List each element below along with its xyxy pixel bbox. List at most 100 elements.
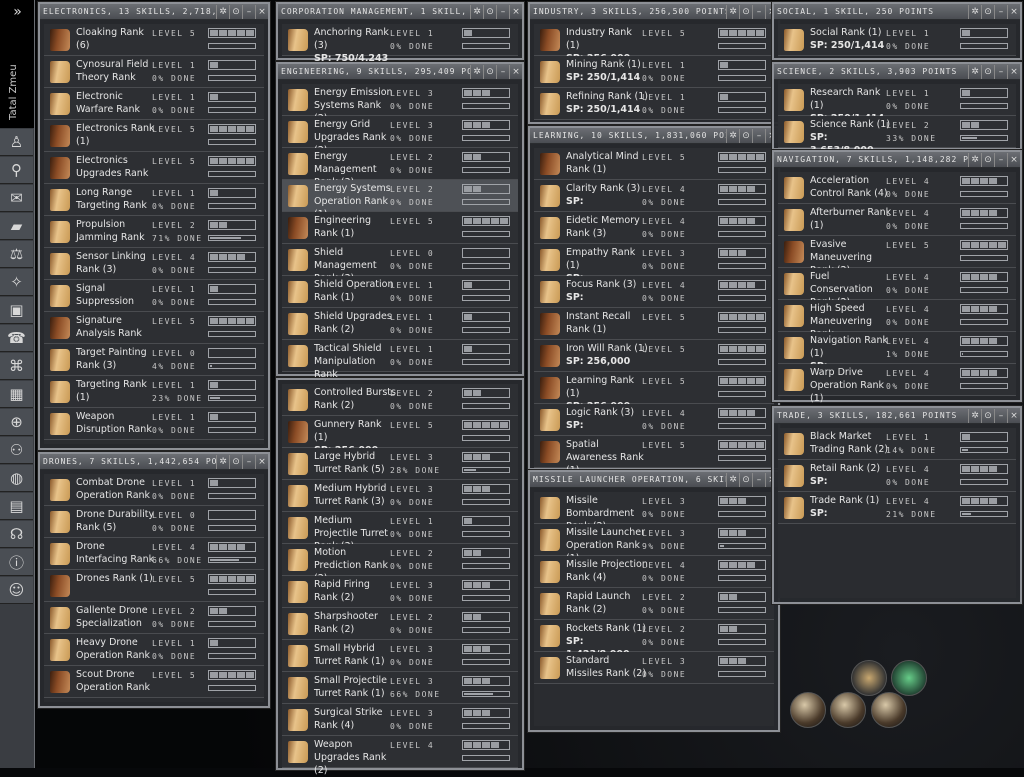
skill-row[interactable]: Warp Drive Operation Rank (1)LEVEL 40% D… <box>778 364 1016 396</box>
skill-row[interactable]: Controlled Bursts Rank (2)LEVEL 20% DONE <box>282 384 518 416</box>
skill-row[interactable]: Electronics Upgrades RankLEVEL 5 <box>44 152 264 184</box>
skill-row[interactable]: Trade Rank (1)SP:LEVEL 421% DONE <box>778 492 1016 524</box>
skill-row[interactable]: Mining Rank (1)SP: 250/1,414LEVEL 10% DO… <box>534 56 774 88</box>
help-desk-icon[interactable]: ☎ <box>0 325 33 352</box>
skill-row[interactable]: High Speed Maneuvering RankLEVEL 40% DON… <box>778 300 1016 332</box>
skill-row[interactable]: Heavy Drone Operation RankLEVEL 10% DONE <box>44 634 264 666</box>
skill-row[interactable]: Propulsion Jamming RankLEVEL 271% DONE <box>44 216 264 248</box>
options-button[interactable]: ⊙ <box>483 5 496 19</box>
window-header[interactable]: DRONES, 7 SKILLS, 1,442,654 POIN✲⊙–× <box>40 454 268 470</box>
skill-row[interactable]: Clarity Rank (3)SP:LEVEL 40% DONE <box>534 180 774 212</box>
skill-row[interactable]: Missile Launcher Operation Rank (1)LEVEL… <box>534 524 774 556</box>
drone-orb-icon[interactable] <box>830 692 866 728</box>
minimize-button[interactable]: – <box>752 5 765 19</box>
skill-row[interactable]: Signal SuppressionLEVEL 10% DONE <box>44 280 264 312</box>
window-header[interactable]: LEARNING, 10 SKILLS, 1,831,060 POINT✲⊙–× <box>530 128 778 144</box>
skill-row[interactable]: Rockets Rank (1)SP: 1,423/8,000LEVEL 20%… <box>534 620 774 652</box>
skill-row[interactable]: Shield Operation Rank (1)LEVEL 10% DONE <box>282 276 518 308</box>
options-button[interactable]: ⊙ <box>981 5 994 19</box>
skill-row[interactable]: Cloaking Rank (6)LEVEL 5 <box>44 24 264 56</box>
skill-row[interactable]: Social Rank (1)SP: 250/1,414LEVEL 10% DO… <box>778 24 1016 56</box>
skill-row[interactable]: Sensor Linking Rank (3)LEVEL 40% DONE <box>44 248 264 280</box>
market-icon[interactable]: ⚖ <box>0 241 33 268</box>
drone-orb-icon[interactable] <box>790 692 826 728</box>
pin-button[interactable]: ✲ <box>968 65 981 79</box>
window-header[interactable]: SOCIAL, 1 SKILL, 250 POINTS✲⊙–× <box>774 4 1020 20</box>
minimize-button[interactable]: – <box>496 5 509 19</box>
skill-row[interactable]: Cynosural Field Theory RankLEVEL 10% DON… <box>44 56 264 88</box>
contacts-icon[interactable]: ⚇ <box>0 437 33 464</box>
ship-icon[interactable] <box>891 660 927 696</box>
skill-row[interactable]: Weapon Disruption RankLEVEL 10% DONE <box>44 408 264 440</box>
skill-row[interactable]: Spatial Awareness Rank (1)LEVEL 5 <box>534 436 774 468</box>
skill-row[interactable]: Logic Rank (3)SP:LEVEL 40% DONE <box>534 404 774 436</box>
minimize-button[interactable]: – <box>994 153 1007 167</box>
minimize-button[interactable]: – <box>752 473 765 487</box>
skill-row[interactable]: Standard Missiles Rank (2)LEVEL 30% DONE <box>534 652 774 684</box>
info-icon[interactable]: ⓘ <box>0 549 33 576</box>
skill-row[interactable]: Shield Management Rank (3)LEVEL 00% DONE <box>282 244 518 276</box>
calculator-icon[interactable]: ▦ <box>0 381 33 408</box>
skill-row[interactable]: Electronic Warfare RankLEVEL 10% DONE <box>44 88 264 120</box>
map-icon[interactable]: ✧ <box>0 269 33 296</box>
skill-row[interactable]: Instant Recall Rank (1)LEVEL 5 <box>534 308 774 340</box>
options-button[interactable]: ⊙ <box>739 473 752 487</box>
minimize-button[interactable]: – <box>994 5 1007 19</box>
skill-row[interactable]: Scout Drone Operation RankLEVEL 5 <box>44 666 264 698</box>
skill-row[interactable]: Industry Rank (1)SP: 256,000LEVEL 5 <box>534 24 774 56</box>
skill-row[interactable]: Shield Upgrades Rank (2)LEVEL 10% DONE <box>282 308 518 340</box>
options-button[interactable]: ⊙ <box>739 129 752 143</box>
skill-row[interactable]: Gunnery Rank (1)SP: 256,000LEVEL 5 <box>282 416 518 448</box>
options-button[interactable]: ⊙ <box>981 65 994 79</box>
skill-row[interactable]: Empathy Rank (1)SP: 8,000/45,255LEVEL 30… <box>534 244 774 276</box>
window-header[interactable]: INDUSTRY, 3 SKILLS, 256,500 POINTS✲⊙–× <box>530 4 778 20</box>
options-button[interactable]: ⊙ <box>739 5 752 19</box>
skill-row[interactable]: Targeting Rank (1)LEVEL 123% DONE <box>44 376 264 408</box>
skill-row[interactable]: Missile Bombardment Rank (2)LEVEL 30% DO… <box>534 492 774 524</box>
pin-button[interactable]: ✲ <box>968 409 981 423</box>
window-header[interactable]: TRADE, 3 SKILLS, 182,661 POINTS✲⊙–× <box>774 408 1020 424</box>
close-button[interactable]: × <box>255 5 268 19</box>
help-icon[interactable]: ⊕ <box>0 409 33 436</box>
close-button[interactable]: × <box>1007 153 1020 167</box>
close-button[interactable]: × <box>509 5 522 19</box>
audio-icon[interactable]: ☊ <box>0 521 33 548</box>
skill-row[interactable]: Small Projectile Turret Rank (1)LEVEL 36… <box>282 672 518 704</box>
skill-row[interactable]: Navigation Rank (1)SP:LEVEL 41% DONE <box>778 332 1016 364</box>
skill-row[interactable]: Energy Emission Systems Rank (2)LEVEL 30… <box>282 84 518 116</box>
skill-row[interactable]: Acceleration Control Rank (4)LEVEL 40% D… <box>778 172 1016 204</box>
minimize-button[interactable]: – <box>496 65 509 79</box>
window-header[interactable]: MISSILE LAUNCHER OPERATION, 6 SKILL✲⊙–× <box>530 472 778 488</box>
skill-row[interactable]: Fuel Conservation Rank (2)LEVEL 40% DONE <box>778 268 1016 300</box>
mail-icon[interactable]: ✉ <box>0 185 33 212</box>
skill-row[interactable]: Small Hybrid Turret Rank (1)LEVEL 30% DO… <box>282 640 518 672</box>
window-header[interactable]: SCIENCE, 2 SKILLS, 3,903 POINTS✲⊙–× <box>774 64 1020 80</box>
skill-row[interactable]: Learning Rank (1)SP: 256,000LEVEL 5 <box>534 372 774 404</box>
options-button[interactable]: ⊙ <box>981 153 994 167</box>
skill-row[interactable]: Analytical Mind Rank (1)LEVEL 5 <box>534 148 774 180</box>
skill-row[interactable]: Sharpshooter Rank (2)LEVEL 20% DONE <box>282 608 518 640</box>
minimize-button[interactable]: – <box>242 5 255 19</box>
skill-row[interactable]: Electronics Rank (1)LEVEL 5 <box>44 120 264 152</box>
skill-row[interactable]: Gallente Drone SpecializationLEVEL 20% D… <box>44 602 264 634</box>
skill-row[interactable]: Black Market Trading Rank (2)LEVEL 114% … <box>778 428 1016 460</box>
pin-button[interactable]: ✲ <box>216 455 229 469</box>
people-places-icon[interactable]: ⚲ <box>0 157 33 184</box>
skill-row[interactable]: Signature Analysis RankLEVEL 5 <box>44 312 264 344</box>
pin-button[interactable]: ✲ <box>726 473 739 487</box>
skill-row[interactable]: Energy Management Rank (3)LEVEL 20% DONE <box>282 148 518 180</box>
skill-row[interactable]: Research Rank (1)SP: 250/1,414LEVEL 10% … <box>778 84 1016 116</box>
skill-row[interactable]: Energy Systems Operation Rank (1)LEVEL 2… <box>282 180 518 212</box>
minimize-button[interactable]: – <box>994 409 1007 423</box>
options-button[interactable]: ⊙ <box>483 65 496 79</box>
window-header[interactable]: NAVIGATION, 7 SKILLS, 1,148,282 POIN✲⊙–× <box>774 152 1020 168</box>
options-button[interactable]: ⊙ <box>229 5 242 19</box>
collapse-button[interactable]: » <box>0 4 35 20</box>
skill-row[interactable]: Tactical Shield Manipulation RankLEVEL 1… <box>282 340 518 372</box>
pin-button[interactable]: ✲ <box>470 5 483 19</box>
skill-row[interactable]: Combat Drone Operation RankLEVEL 10% DON… <box>44 474 264 506</box>
close-button[interactable]: × <box>1007 409 1020 423</box>
skill-row[interactable]: Rapid Firing Rank (2)LEVEL 30% DONE <box>282 576 518 608</box>
window-header[interactable]: ENGINEERING, 9 SKILLS, 295,409 POINT✲⊙–× <box>278 64 522 80</box>
pin-button[interactable]: ✲ <box>470 65 483 79</box>
